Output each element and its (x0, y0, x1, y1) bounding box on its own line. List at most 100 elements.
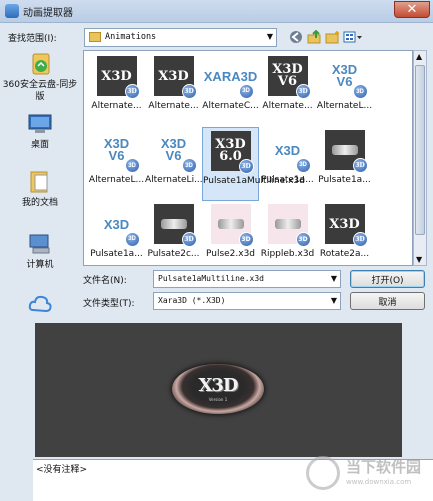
file-item[interactable]: X3D 6.0 3D Pulsate1aMultiline.x3d (202, 127, 305, 201)
x3d-badge-icon: 3D (352, 232, 368, 247)
file-name: Alternate... (148, 101, 199, 111)
thumbnail-label: V6 (165, 148, 182, 163)
watermark-text: 当下软件园 (346, 458, 422, 476)
file-item[interactable]: X3D 3D Pulsate1a... (259, 127, 316, 199)
place-desktop[interactable]: 桌面 (0, 112, 80, 151)
up-folder-icon[interactable] (306, 29, 322, 45)
vertical-scrollbar[interactable]: ▲ ▼ (413, 50, 427, 266)
folder-icon (89, 32, 101, 42)
x3d-file-thumbnail: X3D 3D (96, 56, 140, 99)
file-item[interactable]: X3D 3D Pulsate1a... (88, 201, 145, 265)
file-item[interactable]: 3D Pulsate2c... (145, 201, 202, 265)
x3d-file-thumbnail: X3D V6 3D (324, 56, 368, 99)
thumbnail-label: V6 (336, 74, 353, 89)
x3d-badge-icon: 3D (295, 158, 311, 173)
x3d-badge-icon: 3D (295, 232, 311, 247)
lookin-label: 查找范围(I): (8, 34, 57, 44)
thumbnail-graphic (217, 219, 244, 229)
place-computer[interactable]: 计算机 (0, 232, 80, 271)
file-item[interactable]: 3D Pulse2.x3d (202, 201, 259, 265)
x3d-badge-icon: 3D (295, 84, 311, 99)
file-item[interactable]: X3D 3D Rotate2a... (316, 201, 373, 265)
place-label: 360安全云盘-同步版 (2, 80, 78, 102)
x3d-file-thumbnail: X3D 3D (267, 130, 311, 173)
x3d-file-thumbnail: X3D 3D (96, 204, 140, 247)
file-list[interactable]: X3D 3D Alternate... X3D 3D Alternate... XARA3D… (83, 50, 413, 266)
close-button[interactable]: ✕ (394, 1, 430, 18)
file-item[interactable]: X3D V6 3D AlternateLi... (145, 127, 202, 199)
x3d-file-thumbnail: X3D V6 3D (267, 56, 311, 99)
new-folder-icon[interactable] (324, 29, 340, 45)
scroll-thumb[interactable] (415, 65, 425, 235)
place-label: 桌面 (30, 140, 49, 150)
thumbnail-label: XARA3D (203, 68, 258, 84)
filetype-select[interactable]: Xara3D (*.X3D) ▼ (153, 292, 341, 310)
file-name: Pulsate1a... (261, 175, 314, 185)
file-name: Rotate2a... (319, 249, 370, 259)
x3d-file-thumbnail: 3D (153, 204, 197, 247)
x3d-badge-icon: 3D (238, 232, 254, 247)
chevron-down-icon[interactable]: ▼ (331, 274, 337, 283)
desktop-icon (27, 112, 53, 136)
open-button[interactable]: 打开(O) (350, 270, 425, 288)
x3d-logo: X3D Version 1 (172, 364, 264, 414)
animation-preview: X3D Version 1 (35, 323, 402, 457)
thumbnail-label: 6.0 (219, 149, 242, 164)
thumbnail-graphic (274, 219, 301, 229)
filetype-label: 文件类型(T): (83, 299, 135, 309)
x3d-file-thumbnail: 3D (324, 130, 368, 173)
chevron-down-icon[interactable]: ▼ (331, 296, 337, 305)
app-icon (5, 4, 19, 18)
file-item[interactable]: X3D 3D Alternate... (145, 53, 202, 125)
x3d-badge-icon: 3D (181, 232, 197, 247)
file-item[interactable]: X3D V6 3D Alternate... (259, 53, 316, 125)
x3d-file-thumbnail: X3D 6.0 3D (210, 131, 254, 174)
network-cloud-icon (27, 292, 53, 316)
watermark-url: www.downxia.com (346, 478, 412, 486)
x3d-badge-icon: 3D (181, 84, 197, 99)
x3d-badge-icon: 3D (352, 84, 368, 99)
thumbnail-label: V6 (108, 148, 125, 163)
lookin-dropdown[interactable]: Animations ▼ (84, 28, 277, 47)
documents-icon (27, 170, 53, 194)
thumbnail-graphic (160, 219, 187, 229)
filename-label: 文件名(N): (83, 276, 127, 286)
title-bar: 动画提取器 ✕ (0, 0, 433, 23)
x3d-badge-icon: 3D (124, 84, 140, 99)
x3d-badge-icon: 3D (124, 232, 140, 247)
lookin-value: Animations (105, 32, 157, 42)
file-item[interactable]: 3D Rippleb.x3d (259, 201, 316, 265)
file-name: AlternateLi... (145, 175, 202, 185)
file-item[interactable]: X3D V6 3D AlternateL... (316, 53, 373, 125)
filetype-value: Xara3D (*.X3D) (158, 296, 226, 305)
logo-subtext: Version 1 (208, 397, 228, 402)
view-menu-icon[interactable] (342, 29, 364, 45)
file-item[interactable]: XARA3D 3D AlternateC... (202, 53, 259, 125)
scroll-up-icon[interactable]: ▲ (416, 52, 422, 61)
places-bar: 360安全云盘-同步版 桌面 我的文档 计算机 (0, 50, 80, 320)
file-name: Alternate... (91, 101, 142, 111)
scroll-down-icon[interactable]: ▼ (416, 255, 422, 264)
computer-icon (27, 232, 53, 256)
x3d-badge-icon: 3D (352, 158, 368, 173)
cancel-button[interactable]: 取消 (350, 292, 425, 310)
file-name: Pulsate1a... (90, 249, 143, 259)
file-name: Pulse2.x3d (205, 249, 256, 259)
file-item[interactable]: X3D V6 3D AlternateL... (88, 127, 145, 199)
x3d-file-thumbnail: X3D V6 3D (96, 130, 140, 173)
file-item[interactable]: 3D Pulsate1a... (316, 127, 373, 199)
file-item[interactable]: X3D 3D Alternate... (88, 53, 145, 125)
file-name: Pulsate1aMultiline.x3d (203, 176, 305, 186)
back-arrow-icon[interactable] (288, 29, 304, 45)
file-name: AlternateL... (316, 101, 373, 111)
place-documents[interactable]: 我的文档 (0, 170, 80, 209)
filename-input[interactable]: Pulsate1aMultiline.x3d ▼ (153, 270, 341, 288)
x3d-file-thumbnail: XARA3D 3D (204, 56, 257, 99)
file-name: Pulsate2c... (147, 249, 200, 259)
place-cloud-drive[interactable]: 360安全云盘-同步版 (0, 52, 80, 103)
file-name: AlternateL... (88, 175, 145, 185)
place-network[interactable] (0, 292, 80, 319)
thumbnail-label: X3D (274, 142, 301, 158)
comment-text: <没有注释> (36, 465, 88, 475)
x3d-badge-icon: 3D (181, 158, 197, 173)
